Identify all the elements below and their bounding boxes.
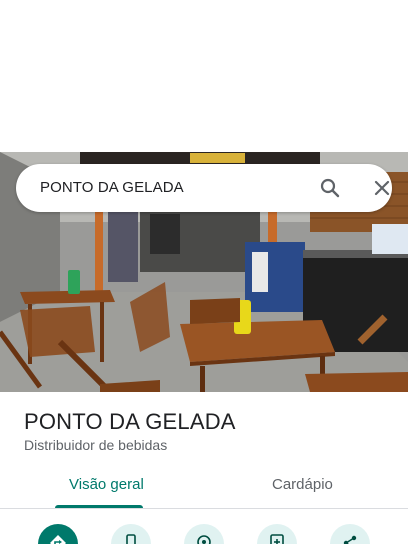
search-input[interactable]: PONTO DA GELADA <box>40 179 184 196</box>
tab-menu[interactable]: Cardápio <box>272 476 333 493</box>
tab-overview[interactable]: Visão geral <box>69 476 144 493</box>
directions-icon <box>50 535 66 544</box>
share-button[interactable] <box>330 524 370 544</box>
search-bar[interactable]: PONTO DA GELADA <box>16 164 392 212</box>
search-icon[interactable] <box>318 176 342 200</box>
save-button[interactable] <box>257 524 297 544</box>
location-button[interactable] <box>184 524 224 544</box>
location-icon <box>197 535 211 544</box>
place-title: PONTO DA GELADA <box>24 409 236 434</box>
save-icon <box>270 534 284 544</box>
close-icon[interactable] <box>370 176 394 200</box>
call-button[interactable] <box>111 524 151 544</box>
directions-button[interactable] <box>38 524 78 544</box>
share-icon <box>343 535 357 544</box>
tab-divider <box>0 508 408 509</box>
map-area <box>0 0 408 152</box>
place-category: Distribuidor de bebidas <box>24 437 168 453</box>
phone-icon <box>126 534 136 544</box>
